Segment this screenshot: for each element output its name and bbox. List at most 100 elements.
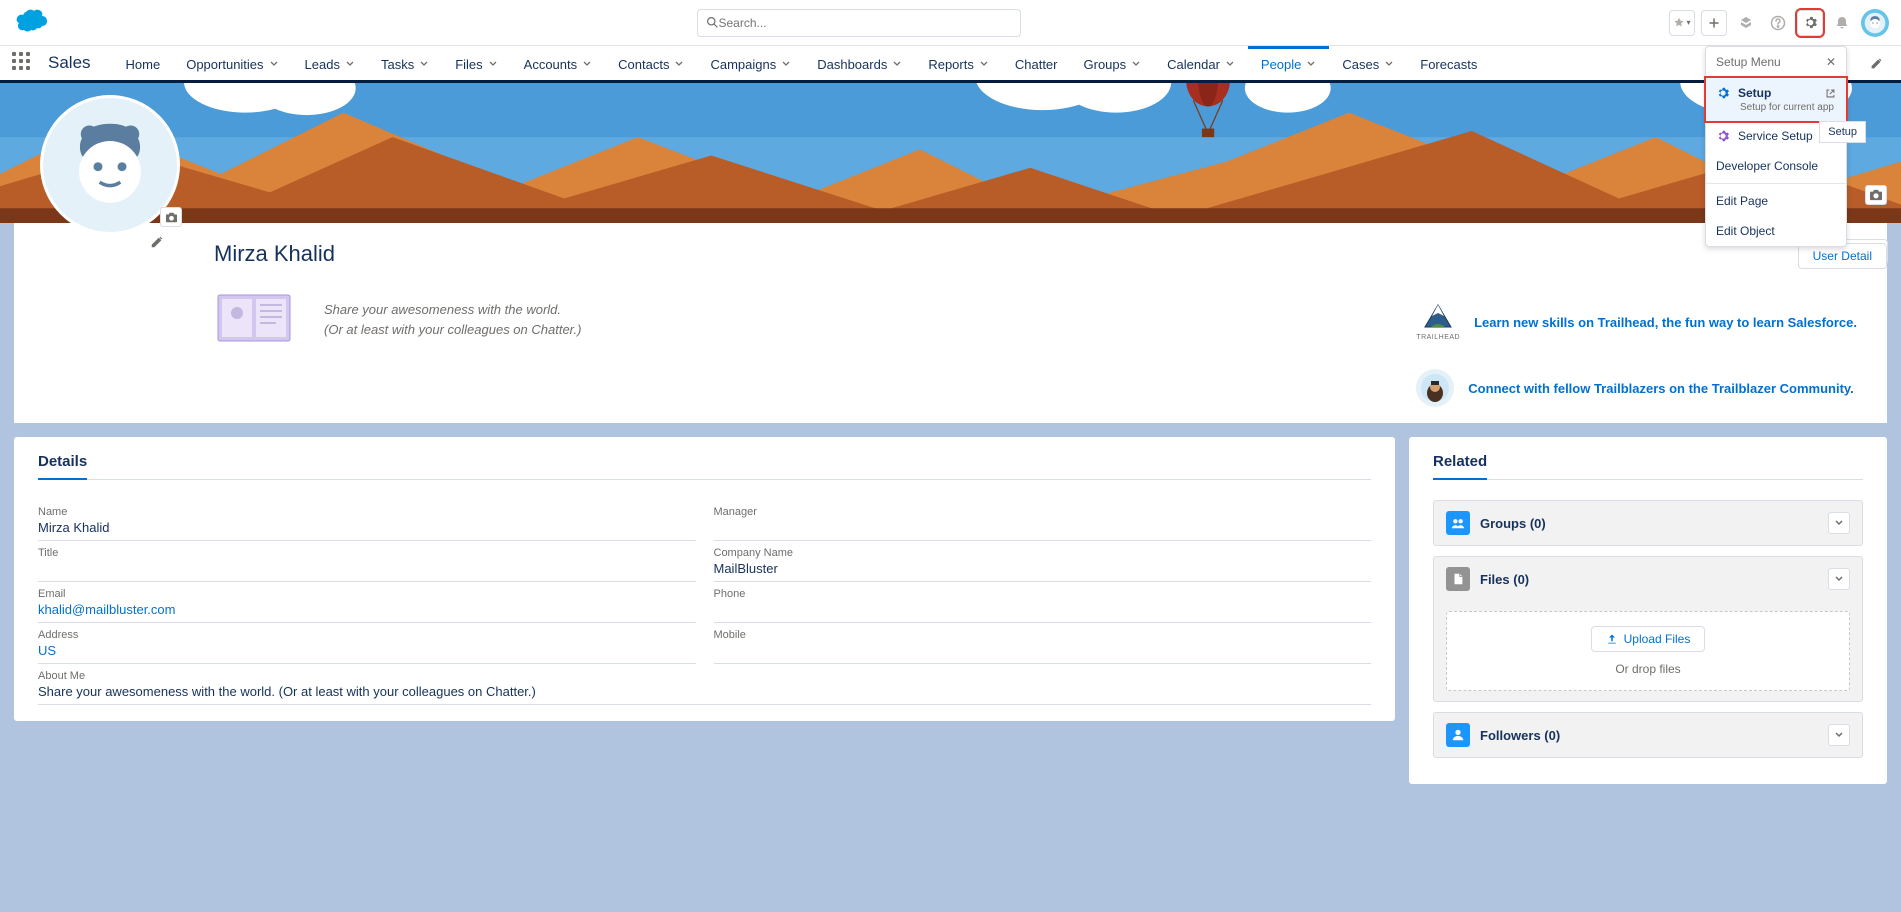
field-label: About Me — [38, 670, 1371, 682]
related-card: Related Groups (0) Files (0) Upload File… — [1409, 437, 1887, 784]
nav-label: Campaigns — [710, 57, 776, 72]
chevron-down-icon[interactable] — [892, 57, 902, 72]
nav-label: Accounts — [524, 57, 577, 72]
nav-label: Chatter — [1015, 57, 1058, 72]
nav-item-files[interactable]: Files — [442, 46, 510, 80]
followers-label: Followers (0) — [1480, 728, 1818, 743]
setup-menu-item-editobject[interactable]: Edit Object — [1706, 216, 1846, 246]
related-groups[interactable]: Groups (0) — [1433, 500, 1863, 546]
chevron-down-icon[interactable] — [1131, 57, 1141, 72]
setup-sublabel: Setup for current app — [1740, 102, 1834, 113]
profile-banner — [0, 83, 1901, 223]
promo-links: TRAILHEAD Learn new skills on Trailhead,… — [1416, 303, 1857, 435]
setup-menu-popup: Setup Menu ✕ Setup Setup for current app… — [1705, 46, 1847, 247]
change-avatar-button[interactable] — [160, 207, 182, 227]
setup-label: Setup — [1738, 86, 1771, 100]
chevron-down-icon[interactable] — [1384, 57, 1394, 72]
nav-item-accounts[interactable]: Accounts — [511, 46, 605, 80]
nav-label: Tasks — [381, 57, 414, 72]
nav-item-home[interactable]: Home — [113, 46, 174, 80]
dev-console-label: Developer Console — [1716, 159, 1818, 173]
notifications-bell-icon[interactable] — [1829, 10, 1855, 36]
files-icon — [1446, 567, 1470, 591]
chevron-down-icon[interactable] — [488, 57, 498, 72]
field-label: Title — [38, 547, 696, 559]
setup-menu-item-setup[interactable]: Setup Setup for current app Setup — [1704, 76, 1848, 123]
guidance-center-icon[interactable] — [1733, 10, 1759, 36]
nav-item-reports[interactable]: Reports — [915, 46, 1002, 80]
nav-item-tasks[interactable]: Tasks — [368, 46, 442, 80]
field-value[interactable]: khalid@mailbluster.com — [38, 602, 696, 617]
nav-item-forecasts[interactable]: Forecasts — [1407, 46, 1490, 80]
gear-icon — [1716, 86, 1730, 100]
related-files: Files (0) Upload Files Or drop files — [1433, 556, 1863, 702]
chevron-down-icon[interactable] — [419, 57, 429, 72]
profile-header-card: Edit Mirza Khalid Share your awesomeness… — [14, 223, 1887, 423]
drop-text: Or drop files — [1461, 662, 1835, 676]
field-company: Company NameMailBluster — [714, 541, 1372, 582]
setup-gear-button[interactable] — [1797, 10, 1823, 36]
share-prompt: Share your awesomeness with the world. (… — [324, 300, 581, 339]
related-followers[interactable]: Followers (0) — [1433, 712, 1863, 758]
salesforce-logo-icon[interactable] — [12, 8, 48, 37]
upload-icon — [1606, 633, 1618, 645]
tab-related[interactable]: Related — [1433, 453, 1487, 480]
chevron-down-icon[interactable] — [979, 57, 989, 72]
nav-label: Groups — [1084, 57, 1127, 72]
nav-label: Reports — [928, 57, 974, 72]
edit-page-label: Edit Page — [1716, 194, 1768, 208]
nav-item-leads[interactable]: Leads — [292, 46, 368, 80]
chevron-down-icon[interactable] — [674, 57, 684, 72]
trailblazer-link[interactable]: Connect with fellow Trailblazers on the … — [1468, 381, 1854, 396]
search-wrap — [48, 9, 1669, 37]
nav-item-contacts[interactable]: Contacts — [605, 46, 697, 80]
user-avatar[interactable] — [1861, 9, 1889, 37]
upload-files-button[interactable]: Upload Files — [1591, 626, 1706, 652]
file-drop-zone[interactable]: Upload Files Or drop files — [1446, 611, 1850, 691]
nav-items: HomeOpportunities Leads Tasks Files Accounts… — [113, 46, 1491, 80]
chevron-down-icon[interactable] — [345, 57, 355, 72]
book-icon — [214, 289, 294, 350]
global-search[interactable] — [697, 9, 1021, 37]
trailhead-icon: TRAILHEAD — [1416, 303, 1460, 341]
files-menu-button[interactable] — [1828, 568, 1850, 590]
followers-menu-button[interactable] — [1828, 724, 1850, 746]
field-value[interactable]: US — [38, 643, 696, 658]
app-launcher-icon[interactable] — [12, 52, 34, 74]
nav-item-cases[interactable]: Cases — [1329, 46, 1407, 80]
followers-icon — [1446, 723, 1470, 747]
chevron-down-icon[interactable] — [1306, 57, 1316, 72]
favorites-list-button[interactable]: ▾ — [1669, 10, 1695, 36]
edit-object-label: Edit Object — [1716, 224, 1775, 238]
help-icon[interactable] — [1765, 10, 1791, 36]
search-input[interactable] — [719, 16, 1012, 30]
nav-item-dashboards[interactable]: Dashboards — [804, 46, 915, 80]
tab-details[interactable]: Details — [38, 453, 87, 480]
global-actions-button[interactable] — [1701, 10, 1727, 36]
nav-item-chatter[interactable]: Chatter — [1002, 46, 1071, 80]
field-mobile: Mobile — [714, 623, 1372, 664]
field-value: Share your awesomeness with the world. (… — [38, 684, 1371, 699]
setup-menu-item-editpage[interactable]: Edit Page — [1706, 186, 1846, 216]
chevron-down-icon[interactable] — [781, 57, 791, 72]
nav-item-people[interactable]: People — [1248, 46, 1329, 80]
field-phone: Phone — [714, 582, 1372, 623]
nav-item-groups[interactable]: Groups — [1071, 46, 1155, 80]
change-banner-button[interactable] — [1865, 185, 1887, 205]
nav-item-calendar[interactable]: Calendar — [1154, 46, 1248, 80]
nav-item-campaigns[interactable]: Campaigns — [697, 46, 804, 80]
trailhead-link[interactable]: Learn new skills on Trailhead, the fun w… — [1474, 315, 1857, 330]
chevron-down-icon[interactable] — [269, 57, 279, 72]
groups-menu-button[interactable] — [1828, 512, 1850, 534]
close-icon[interactable]: ✕ — [1826, 55, 1836, 69]
setup-menu-item-devconsole[interactable]: Developer Console — [1706, 151, 1846, 181]
nav-item-opportunities[interactable]: Opportunities — [173, 46, 291, 80]
service-setup-label: Service Setup — [1738, 129, 1813, 143]
profile-avatar[interactable] — [40, 95, 180, 235]
chevron-down-icon[interactable] — [582, 57, 592, 72]
edit-profile-icon[interactable] — [150, 235, 164, 252]
field-manager: Manager — [714, 500, 1372, 541]
nav-label: Leads — [305, 57, 340, 72]
chevron-down-icon[interactable] — [1225, 57, 1235, 72]
edit-nav-icon[interactable] — [1863, 50, 1889, 76]
